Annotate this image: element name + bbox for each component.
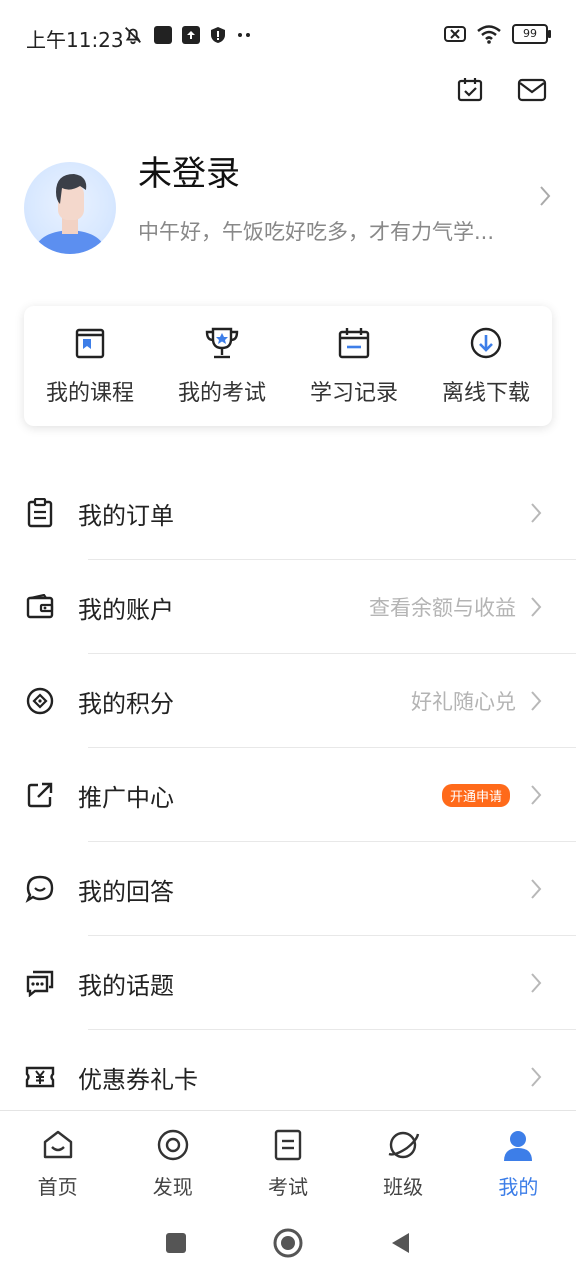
chevron-right-icon xyxy=(531,691,542,711)
home-circle-icon[interactable] xyxy=(273,1228,303,1258)
more-dots-icon xyxy=(238,33,250,37)
tab-mine-label: 我的 xyxy=(498,1175,539,1199)
message-button[interactable] xyxy=(516,74,548,106)
quick-my-exams[interactable]: 我的考试 xyxy=(162,325,282,407)
battery-indicator: 99 xyxy=(512,24,551,44)
profile-header[interactable]: 未登录 中午好，午饭吃好吃多，才有力气学... xyxy=(24,140,552,270)
wallet-icon xyxy=(26,594,54,619)
tab-discover[interactable]: 发现 xyxy=(115,1111,230,1200)
menu-promotion-center[interactable]: 推广中心 开通申请 xyxy=(0,748,576,842)
app-notification-icon xyxy=(154,26,172,44)
profile-greeting: 中午好，午饭吃好吃多，才有力气学... xyxy=(138,220,495,244)
chevron-right-icon xyxy=(531,503,542,523)
menu-my-orders[interactable]: 我的订单 xyxy=(0,466,576,560)
tab-exam[interactable]: 考试 xyxy=(230,1111,345,1200)
topic-icon xyxy=(26,970,54,997)
menu-my-topics-label: 我的话题 xyxy=(78,971,174,1000)
coupon-icon xyxy=(25,1066,55,1088)
upload-notification-icon xyxy=(182,26,200,44)
menu-coupons-gift-cards-label: 优惠券礼卡 xyxy=(78,1065,198,1094)
quick-my-courses[interactable]: 我的课程 xyxy=(30,325,150,407)
avatar[interactable] xyxy=(24,162,116,254)
recent-apps-icon[interactable] xyxy=(165,1232,187,1254)
menu-my-topics[interactable]: 我的话题 xyxy=(0,936,576,1030)
wifi-icon xyxy=(477,25,501,44)
profile-name[interactable]: 未登录 xyxy=(138,146,240,195)
chevron-right-icon xyxy=(531,597,542,617)
menu-my-account-label: 我的账户 xyxy=(78,595,174,624)
tab-exam-label: 考试 xyxy=(267,1175,308,1199)
quick-actions-card: 我的课程 我的考试 学习记录 离线下载 xyxy=(24,306,552,426)
system-nav-bar xyxy=(0,1206,576,1280)
menu-my-points[interactable]: 我的积分 好礼随心兑 xyxy=(0,654,576,748)
chevron-right-icon xyxy=(531,879,542,899)
user-icon xyxy=(504,1131,533,1161)
chat-bubble-icon xyxy=(25,875,54,903)
download-icon xyxy=(470,327,502,359)
course-book-icon xyxy=(75,328,105,359)
home-icon xyxy=(43,1130,72,1159)
menu-my-answers[interactable]: 我的回答 xyxy=(0,842,576,936)
quick-offline-download[interactable]: 离线下载 xyxy=(426,325,546,407)
status-bar: 上午11:23 99 xyxy=(0,0,576,72)
tab-home[interactable]: 首页 xyxy=(0,1111,115,1200)
menu-my-answers-label: 我的回答 xyxy=(78,877,174,906)
chevron-right-icon xyxy=(538,184,552,212)
planet-icon xyxy=(388,1131,420,1159)
menu-list: 我的订单 我的账户 查看余额与收益 我的积分 好礼随心兑 推广中心 开通申请 我… xyxy=(0,466,576,1124)
menu-my-points-hint: 好礼随心兑 xyxy=(411,690,516,714)
chevron-right-icon xyxy=(531,785,542,805)
quick-study-record-label: 学习记录 xyxy=(309,381,398,406)
discover-icon xyxy=(157,1129,188,1161)
mute-notification-icon xyxy=(125,27,141,45)
calendar-check-icon xyxy=(457,78,483,102)
sim-off-icon xyxy=(444,26,466,42)
menu-my-points-label: 我的积分 xyxy=(78,689,174,718)
shield-icon xyxy=(211,27,225,43)
points-icon xyxy=(26,687,54,715)
menu-my-account-hint: 查看余额与收益 xyxy=(369,596,516,620)
checkin-button[interactable] xyxy=(454,74,486,106)
status-badge: 开通申请 xyxy=(441,783,510,807)
tab-discover-label: 发现 xyxy=(152,1175,193,1199)
tab-class-label: 班级 xyxy=(383,1175,424,1199)
chevron-right-icon xyxy=(531,1067,542,1087)
menu-promotion-center-label: 推广中心 xyxy=(78,783,174,812)
menu-my-orders-label: 我的订单 xyxy=(78,501,174,530)
status-time: 上午11:23 xyxy=(26,28,124,52)
trophy-icon xyxy=(205,327,239,359)
share-icon xyxy=(27,782,53,808)
exam-icon xyxy=(274,1129,302,1161)
tab-mine[interactable]: 我的 xyxy=(461,1111,576,1200)
back-triangle-icon[interactable] xyxy=(389,1231,411,1255)
mail-icon xyxy=(517,78,547,102)
quick-study-record[interactable]: 学习记录 xyxy=(294,325,414,407)
bottom-tab-bar: 首页 发现 考试 班级 我的 xyxy=(0,1110,576,1207)
quick-offline-download-label: 离线下载 xyxy=(441,381,530,406)
chevron-right-icon xyxy=(531,973,542,993)
menu-my-account[interactable]: 我的账户 查看余额与收益 xyxy=(0,560,576,654)
tab-home-label: 首页 xyxy=(37,1175,78,1199)
clipboard-icon xyxy=(27,498,53,528)
tab-class[interactable]: 班级 xyxy=(346,1111,461,1200)
quick-my-exams-label: 我的考试 xyxy=(177,381,266,406)
calendar-record-icon xyxy=(338,328,370,359)
quick-my-courses-label: 我的课程 xyxy=(45,381,134,406)
